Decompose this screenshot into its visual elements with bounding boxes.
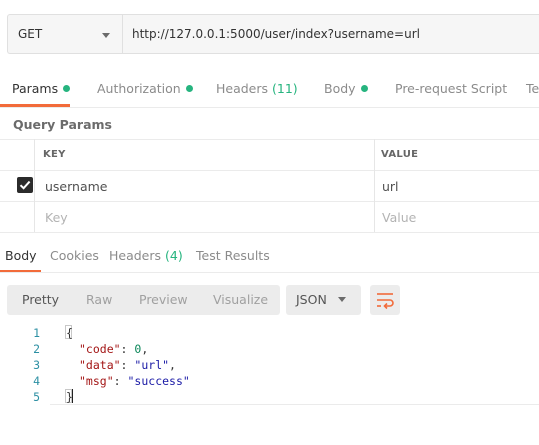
table-column-divider bbox=[34, 139, 35, 232]
format-label: JSON bbox=[296, 292, 327, 307]
code-line-3: "data": "url", bbox=[79, 358, 176, 372]
code-line-4: "msg": "success" bbox=[79, 374, 190, 388]
line-number: 1 bbox=[33, 326, 40, 340]
tab-tests[interactable]: Te bbox=[526, 81, 539, 96]
param-key[interactable]: username bbox=[45, 179, 108, 194]
tab-authorization-label: Authorization bbox=[97, 81, 181, 96]
divider bbox=[0, 107, 539, 108]
tab-headers-label: Headers bbox=[216, 81, 269, 96]
tab-body[interactable]: Body bbox=[324, 81, 368, 96]
divider bbox=[0, 272, 539, 273]
new-key-input[interactable]: Key bbox=[45, 210, 68, 225]
code-open-brace: { bbox=[66, 326, 73, 340]
column-header-value: VALUE bbox=[381, 149, 419, 160]
method-label: GET bbox=[18, 27, 43, 41]
response-tab-headers[interactable]: Headers (4) bbox=[109, 248, 183, 263]
json-key: "code" bbox=[79, 342, 121, 356]
table-top-border bbox=[0, 139, 539, 140]
tab-body-label: Body bbox=[324, 81, 356, 96]
param-value[interactable]: url bbox=[382, 179, 399, 194]
json-value: "success" bbox=[127, 374, 190, 388]
line-number: 2 bbox=[33, 342, 40, 356]
table-row-border bbox=[0, 201, 539, 202]
view-preview-button[interactable]: Preview bbox=[139, 292, 188, 307]
status-dot bbox=[360, 85, 368, 92]
response-tab-body[interactable]: Body bbox=[5, 248, 37, 263]
json-colon: : bbox=[113, 374, 121, 388]
chevron-down-icon bbox=[102, 33, 110, 38]
wrap-lines-button[interactable] bbox=[370, 285, 400, 315]
line-number: 4 bbox=[33, 374, 40, 388]
code-line-2: "code": 0, bbox=[79, 342, 148, 356]
url-value: http://127.0.0.1:5000/user/index?usernam… bbox=[132, 27, 420, 41]
tab-pre-request-label: Pre-request Script bbox=[395, 81, 508, 96]
view-raw-button[interactable]: Raw bbox=[86, 292, 112, 307]
json-value: "url" bbox=[134, 358, 170, 372]
line-number: 3 bbox=[33, 358, 40, 372]
response-tab-cookies[interactable]: Cookies bbox=[50, 248, 99, 263]
tab-tests-label: Te bbox=[526, 81, 539, 96]
text-cursor bbox=[72, 389, 73, 403]
chevron-down-icon bbox=[338, 297, 346, 302]
tab-pre-request-script[interactable]: Pre-request Script bbox=[395, 81, 507, 96]
line-number: 5 bbox=[33, 390, 40, 404]
tab-headers[interactable]: Headers (11) bbox=[216, 81, 298, 96]
json-key: "data" bbox=[79, 358, 121, 372]
tab-authorization[interactable]: Authorization bbox=[97, 81, 193, 96]
table-row-border bbox=[0, 170, 539, 171]
view-visualize-button[interactable]: Visualize bbox=[213, 292, 268, 307]
wrap-lines-icon bbox=[377, 293, 394, 310]
json-comma: , bbox=[169, 358, 176, 372]
response-tab-headers-count: (4) bbox=[165, 248, 183, 263]
table-row-border bbox=[0, 232, 539, 233]
new-value-input[interactable]: Value bbox=[382, 210, 416, 225]
editor-bottom-border bbox=[50, 404, 539, 405]
table-column-divider bbox=[374, 139, 375, 232]
response-tab-test-results[interactable]: Test Results bbox=[196, 248, 270, 263]
status-dot bbox=[185, 85, 193, 92]
status-dot bbox=[63, 85, 71, 92]
json-comma: , bbox=[141, 342, 149, 356]
json-colon: : bbox=[120, 358, 128, 372]
tab-params-label: Params bbox=[12, 81, 59, 96]
section-title: Query Params bbox=[13, 117, 112, 132]
response-tab-headers-label: Headers bbox=[109, 248, 162, 263]
column-header-key: KEY bbox=[43, 149, 66, 160]
json-key: "msg" bbox=[79, 374, 114, 388]
view-pretty-button[interactable]: Pretty bbox=[22, 292, 59, 307]
tab-headers-count: (11) bbox=[272, 81, 298, 96]
tab-params[interactable]: Params bbox=[12, 81, 71, 96]
json-colon: : bbox=[120, 342, 128, 356]
checkbox-checked-icon[interactable] bbox=[17, 177, 33, 193]
